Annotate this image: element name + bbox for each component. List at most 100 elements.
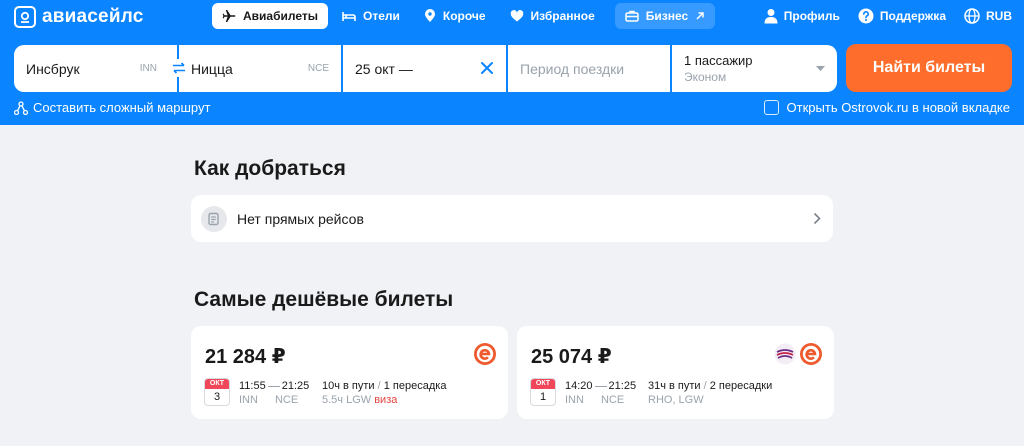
swap-icon <box>173 62 185 74</box>
main-nav: Авиабилеты Отели Короче Избранное Бизнес <box>212 3 716 29</box>
trip-summary: 31ч в пути / 2 пересадки <box>648 380 772 392</box>
logo[interactable]: авиасейлс <box>14 6 144 28</box>
nav-item-label: Избранное <box>530 9 595 23</box>
return-placeholder: Период поездки <box>520 60 625 77</box>
currency-label: RUB <box>986 9 1012 23</box>
origin-iata: INN <box>139 63 157 74</box>
depart-time: 11:55 <box>239 380 266 392</box>
destination-field[interactable]: Ницца NCE <box>179 45 343 92</box>
logo-mark-icon <box>14 6 36 28</box>
stops-count: 1 пересадка <box>383 380 447 392</box>
logo-text: авиасейлс <box>42 6 144 27</box>
ostrovok-label: Открыть Ostrovok.ru в новой вкладке <box>786 100 1010 115</box>
date-badge-day: 3 <box>213 391 221 403</box>
cabin-class: Эконом <box>684 70 727 84</box>
profile-label: Профиль <box>783 9 840 23</box>
date-badge-month: ОКТ <box>205 379 229 389</box>
chevron-down-icon <box>816 66 825 71</box>
origin-field[interactable]: Инсбрук INN <box>14 45 188 92</box>
briefcase-icon <box>625 10 639 22</box>
destination-code: NCE <box>274 394 299 406</box>
date-badge-day: 1 <box>539 391 547 403</box>
header: авиасейлс Авиабилеты Отели Короче Избран… <box>0 0 1024 125</box>
origin-code: INN <box>565 394 584 406</box>
complex-route-label: Составить сложный маршрут <box>33 100 211 115</box>
bed-icon <box>342 12 356 21</box>
support-link[interactable]: Поддержка <box>858 5 946 27</box>
support-label: Поддержка <box>879 9 946 23</box>
time-separator <box>267 385 280 387</box>
direct-flights-text: Нет прямых рейсов <box>237 210 364 227</box>
nav-item-label: Отели <box>363 9 400 23</box>
depart-date: 25 окт — <box>355 60 413 77</box>
user-icon <box>764 9 778 24</box>
ostrovok-checkbox[interactable] <box>763 100 779 115</box>
stops-count: 2 пересадки <box>709 380 773 392</box>
document-icon <box>201 205 227 232</box>
nav-item-label: Авиабилеты <box>243 9 318 23</box>
top-right-menu: Профиль Поддержка RUB <box>764 5 1012 27</box>
airline-logos <box>473 342 497 366</box>
complex-route-link[interactable]: Составить сложный маршрут <box>14 100 210 115</box>
layover-detail: 5.5ч LGW <box>322 394 372 406</box>
time-separator <box>594 385 607 387</box>
layover-info: RHO, LGW <box>648 394 704 406</box>
ticket-price: 21 284 ₽ <box>205 346 286 368</box>
airline-logos <box>774 342 823 366</box>
origin-city: Инсбрук <box>26 60 80 77</box>
date-badge: ОКТ 3 <box>204 378 230 406</box>
search-button[interactable]: Найти билеты <box>846 44 1012 92</box>
swap-button[interactable] <box>170 59 188 77</box>
nav-item-favorites[interactable]: Избранное <box>500 3 605 29</box>
heart-icon <box>510 10 523 22</box>
airline-stripes-logo-icon <box>774 343 796 365</box>
airport-codes: INN NCE <box>565 394 624 406</box>
trip-summary: 10ч в пути / 1 пересадка <box>322 380 446 392</box>
airport-codes: INN NCE <box>239 394 298 406</box>
nav-item-flights[interactable]: Авиабилеты <box>212 3 328 29</box>
airline-e-logo-icon <box>800 343 822 365</box>
layover-detail: RHO, LGW <box>648 394 704 406</box>
flight-times: 11:55 21:25 <box>239 380 309 392</box>
currency-selector[interactable]: RUB <box>964 5 1012 27</box>
destination-code: NCE <box>600 394 625 406</box>
nav-item-business[interactable]: Бизнес <box>614 3 716 29</box>
map-pin-icon <box>424 9 435 22</box>
passengers-field[interactable]: 1 пассажир Эконом <box>672 45 837 92</box>
duration: 10ч в пути <box>322 380 375 392</box>
question-icon <box>858 8 874 24</box>
nav-item-label: Короче <box>442 9 486 23</box>
ticket-card[interactable]: 21 284 ₽ ОКТ 3 11:55 21:25 INN NCE 10ч в… <box>191 326 508 419</box>
flight-times: 14:20 21:25 <box>565 380 636 392</box>
direct-flights-row[interactable]: Нет прямых рейсов <box>191 195 833 242</box>
clear-date-button[interactable] <box>480 61 494 78</box>
ostrovok-option[interactable]: Открыть Ostrovok.ru в новой вкладке <box>763 100 1010 115</box>
ticket-price: 25 074 ₽ <box>531 346 612 368</box>
nav-item-shorter[interactable]: Короче <box>414 3 496 29</box>
return-date-field[interactable]: Период поездки <box>508 45 672 92</box>
duration: 31ч в пути <box>648 380 701 392</box>
plane-icon <box>222 10 236 22</box>
airline-e-logo-icon <box>474 343 496 365</box>
arrive-time: 21:25 <box>281 380 310 392</box>
origin-code: INN <box>239 394 258 406</box>
visa-warning: виза <box>374 394 398 406</box>
date-badge: ОКТ 1 <box>530 378 556 406</box>
route-icon <box>14 100 28 115</box>
cheapest-title: Самые дешёвые билеты <box>194 288 454 311</box>
ticket-card[interactable]: 25 074 ₽ ОКТ 1 14:20 21:25 INN NCE 31ч в… <box>517 326 834 419</box>
destination-iata: NCE <box>307 63 329 74</box>
globe-icon <box>964 8 980 24</box>
how-to-get-title: Как добраться <box>194 157 346 180</box>
chevron-right-icon <box>813 212 821 225</box>
close-icon <box>481 62 493 74</box>
layover-info: 5.5ч LGW виза <box>322 394 397 406</box>
search-form: Инсбрук INN Ницца NCE 25 окт — Период по… <box>14 45 837 92</box>
depart-time: 14:20 <box>565 380 593 392</box>
depart-date-field[interactable]: 25 окт — <box>343 45 508 92</box>
profile-link[interactable]: Профиль <box>764 5 840 27</box>
nav-item-label: Бизнес <box>645 9 689 23</box>
nav-item-hotels[interactable]: Отели <box>332 3 410 29</box>
passengers-count: 1 пассажир <box>684 53 753 68</box>
external-arrow-icon <box>696 12 704 20</box>
